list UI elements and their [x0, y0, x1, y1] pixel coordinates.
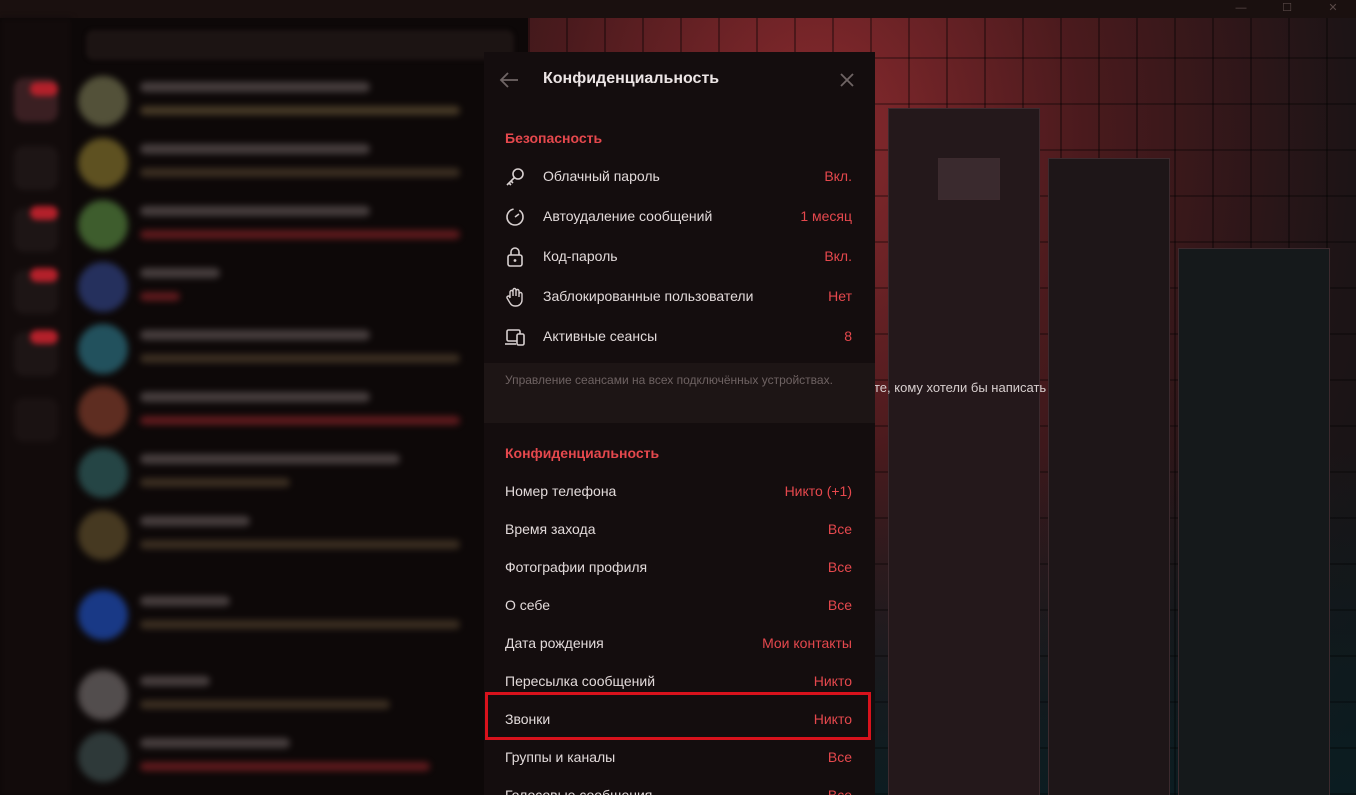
- row-value: Никто: [813, 673, 852, 689]
- row-label: Облачный пароль: [543, 168, 660, 184]
- row-label: Номер телефона: [505, 483, 617, 499]
- panel-title: Конфиденциальность: [543, 70, 720, 87]
- arrow-left-icon: [499, 72, 518, 88]
- list-item[interactable]: [78, 728, 518, 788]
- minimize-icon: —: [1235, 2, 1247, 14]
- privacy-settings-panel: Конфиденциальность Безопасность Облачный…: [484, 52, 875, 795]
- wallpaper-structure: [1178, 248, 1330, 795]
- list-item[interactable]: [78, 444, 518, 504]
- row-value: Никто: [813, 711, 852, 727]
- row-label: Фотографии профиля: [505, 559, 648, 575]
- empty-chat-hint: те, кому хотели бы написать: [874, 380, 1047, 395]
- list-item[interactable]: [78, 320, 518, 380]
- row-label: Время захода: [505, 521, 596, 537]
- note-text: Управление сеансами на всех подключённых…: [505, 373, 833, 387]
- row-value: Нет: [828, 288, 852, 304]
- back-button[interactable]: [494, 66, 524, 94]
- row-label: Дата рождения: [505, 635, 604, 651]
- row-label: Заблокированные пользователи: [543, 288, 754, 304]
- security-section-title: Безопасность: [505, 130, 603, 146]
- blocked-users-row[interactable]: Заблокированные пользователи Нет: [484, 276, 875, 316]
- list-item[interactable]: [78, 382, 518, 442]
- window-titlebar: — ☐ ✕: [0, 0, 1356, 18]
- list-item[interactable]: [78, 666, 518, 726]
- folder-rail: [0, 18, 72, 795]
- unread-badge: [30, 330, 58, 344]
- groups-channels-row[interactable]: Группы и каналы Все: [484, 737, 875, 777]
- row-value: Мои контакты: [762, 635, 852, 651]
- row-value: Все: [827, 521, 852, 537]
- list-item[interactable]: [78, 134, 518, 194]
- row-label: Автоудаление сообщений: [543, 208, 713, 224]
- hand-icon: [506, 287, 523, 307]
- passcode-row[interactable]: Код-пароль Вкл.: [484, 236, 875, 276]
- maximize-icon: ☐: [1282, 2, 1292, 14]
- unread-badge: [30, 206, 58, 220]
- last-seen-row[interactable]: Время захода Все: [484, 509, 875, 549]
- row-value: Вкл.: [824, 168, 852, 184]
- row-value: Никто (+1): [784, 483, 852, 499]
- unread-badge: [30, 268, 58, 282]
- lock-icon: [507, 247, 523, 267]
- window-close-icon: ✕: [1328, 2, 1338, 14]
- voice-messages-row[interactable]: Голосовые сообщения Все: [484, 775, 875, 795]
- bio-row[interactable]: О себе Все: [484, 585, 875, 625]
- privacy-section-title: Конфиденциальность: [505, 445, 660, 461]
- profile-photos-row[interactable]: Фотографии профиля Все: [484, 547, 875, 587]
- close-icon: [840, 73, 854, 87]
- row-label: Голосовые сообщения: [505, 787, 653, 795]
- phone-number-row[interactable]: Номер телефона Никто (+1): [484, 471, 875, 511]
- row-value: Все: [827, 749, 852, 765]
- list-item[interactable]: [78, 196, 518, 256]
- auto-delete-row[interactable]: Автоудаление сообщений 1 месяц: [484, 196, 875, 236]
- row-value: 8: [844, 328, 852, 344]
- wallpaper-structure: [888, 108, 1040, 795]
- search-input[interactable]: [86, 30, 514, 60]
- list-item[interactable]: [78, 72, 518, 132]
- folder-item[interactable]: [14, 146, 58, 190]
- panel-header: Конфиденциальность: [484, 52, 875, 108]
- wallpaper-structure: [1048, 158, 1170, 795]
- devices-icon: [505, 329, 525, 346]
- close-button[interactable]: [833, 66, 861, 94]
- active-sessions-row[interactable]: Активные сеансы 8: [484, 316, 875, 356]
- timer-icon: [506, 208, 524, 226]
- row-label: Группы и каналы: [505, 749, 616, 765]
- list-item[interactable]: [78, 506, 518, 566]
- row-label: Звонки: [505, 711, 551, 727]
- row-label: Код-пароль: [543, 248, 618, 264]
- cloud-password-row[interactable]: Облачный пароль Вкл.: [484, 156, 875, 196]
- row-value: 1 месяц: [800, 208, 852, 224]
- sessions-note: Управление сеансами на всех подключённых…: [484, 363, 875, 423]
- row-label: Активные сеансы: [543, 328, 658, 344]
- row-value: Все: [827, 559, 852, 575]
- forwarded-messages-row[interactable]: Пересылка сообщений Никто: [484, 661, 875, 701]
- row-label: О себе: [505, 597, 551, 613]
- unread-badge: [30, 82, 58, 96]
- window-close-button[interactable]: ✕: [1310, 0, 1356, 18]
- key-icon: [506, 168, 524, 186]
- wallpaper-structure: [938, 158, 1000, 200]
- calls-row[interactable]: Звонки Никто: [484, 699, 875, 739]
- row-value: Все: [827, 597, 852, 613]
- list-item[interactable]: [78, 258, 518, 318]
- folder-item[interactable]: [14, 398, 58, 442]
- list-item[interactable]: [78, 586, 518, 646]
- maximize-button[interactable]: ☐: [1264, 0, 1310, 18]
- birthday-row[interactable]: Дата рождения Мои контакты: [484, 623, 875, 663]
- minimize-button[interactable]: —: [1218, 0, 1264, 18]
- row-value: Вкл.: [824, 248, 852, 264]
- row-label: Пересылка сообщений: [505, 673, 656, 689]
- row-value: Все: [827, 787, 852, 795]
